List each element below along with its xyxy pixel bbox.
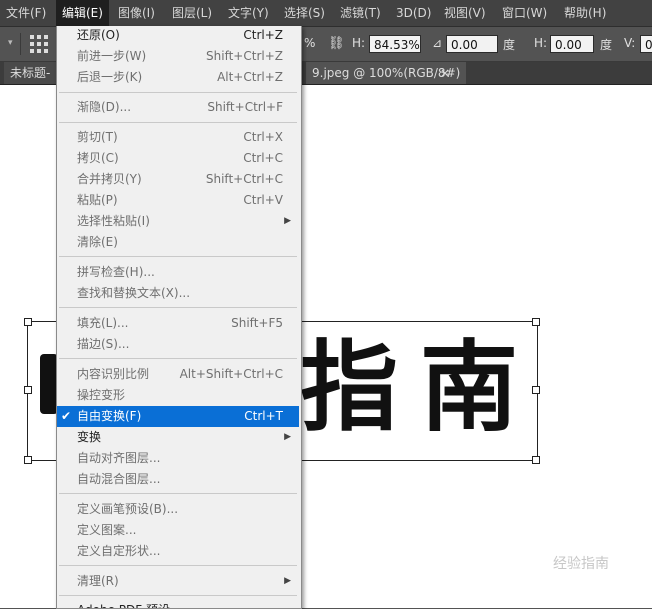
menu-select[interactable]: 选择(S): [278, 0, 331, 26]
menu-item-free-transform[interactable]: ✔ 自由变换(F) Ctrl+T: [57, 406, 299, 427]
menu-3d[interactable]: 3D(D): [390, 0, 437, 26]
menu-item-undo[interactable]: 还原(O) Ctrl+Z: [57, 26, 299, 46]
menu-item-content-aware-scale[interactable]: 内容识别比例 Alt+Shift+Ctrl+C: [57, 364, 299, 385]
horizontal-skew-label: H:: [534, 36, 548, 50]
menu-item-copy[interactable]: 拷贝(C) Ctrl+C: [57, 148, 299, 169]
transform-handle-top-right[interactable]: [532, 318, 540, 326]
menu-separator: [59, 493, 297, 494]
menu-item-transform[interactable]: 变换 ▶: [57, 427, 299, 448]
transform-handle-bottom-right[interactable]: [532, 456, 540, 464]
link-icon[interactable]: ⛓: [328, 36, 345, 51]
menu-edit[interactable]: 编辑(E): [56, 0, 109, 26]
menu-item-define-custom-shape[interactable]: 定义自定形状...: [57, 541, 299, 562]
menu-window[interactable]: 窗口(W): [496, 0, 553, 26]
menu-item-check-spelling[interactable]: 拼写检查(H)...: [57, 262, 299, 283]
dropdown-arrow-icon[interactable]: ▾: [8, 38, 13, 48]
menu-item-fill[interactable]: 填充(L)... Shift+F5: [57, 313, 299, 334]
menu-separator: [59, 92, 297, 93]
height-input[interactable]: 84.53%: [369, 35, 421, 53]
transform-handle-left[interactable]: [24, 386, 32, 394]
menu-item-purge[interactable]: 清理(R) ▶: [57, 571, 299, 592]
height-label: H:: [352, 36, 366, 50]
menu-separator: [59, 358, 297, 359]
menu-separator: [59, 256, 297, 257]
menu-item-puppet-warp[interactable]: 操控变形: [57, 385, 299, 406]
menu-view[interactable]: 视图(V): [438, 0, 492, 26]
menu-separator: [59, 122, 297, 123]
submenu-arrow-icon: ▶: [284, 576, 291, 586]
menu-item-stroke[interactable]: 描边(S)...: [57, 334, 299, 355]
menu-item-auto-align-layers[interactable]: 自动对齐图层...: [57, 448, 299, 469]
watermark-text: 经验指南: [553, 556, 609, 572]
checkmark-icon: ✔: [61, 409, 72, 423]
menu-bar: 文件(F) 编辑(E) 图像(I) 图层(L) 文字(Y) 选择(S) 滤镜(T…: [0, 0, 652, 27]
submenu-arrow-icon: ▶: [284, 432, 291, 442]
menu-item-paste[interactable]: 粘贴(P) Ctrl+V: [57, 190, 299, 211]
tab-untitled[interactable]: 未标题-: [4, 62, 57, 84]
menu-item-auto-blend-layers[interactable]: 自动混合图层...: [57, 469, 299, 490]
menu-help[interactable]: 帮助(H): [558, 0, 612, 26]
menu-item-step-backward[interactable]: 后退一步(K) Alt+Ctrl+Z: [57, 67, 299, 88]
angle-input[interactable]: 0.00: [446, 35, 498, 53]
menu-layer[interactable]: 图层(L): [166, 0, 218, 26]
angle-unit: 度: [503, 38, 516, 52]
horizontal-skew-input[interactable]: 0.00: [550, 35, 594, 53]
menu-item-step-forward[interactable]: 前进一步(W) Shift+Ctrl+Z: [57, 46, 299, 67]
menu-item-fade[interactable]: 渐隐(D)... Shift+Ctrl+F: [57, 97, 299, 118]
transform-handle-top-left[interactable]: [24, 318, 32, 326]
angle-icon: ⊿: [432, 36, 443, 50]
transform-handle-bottom-left[interactable]: [24, 456, 32, 464]
menu-item-clear[interactable]: 清除(E): [57, 232, 299, 253]
menu-separator: [59, 307, 297, 308]
vertical-skew-label: V:: [624, 36, 636, 50]
menu-separator: [59, 565, 297, 566]
reference-point-grid-icon[interactable]: [29, 34, 49, 54]
menu-item-cut[interactable]: 剪切(T) Ctrl+X: [57, 127, 299, 148]
separator: [20, 33, 21, 55]
menu-image[interactable]: 图像(I): [112, 0, 161, 26]
menu-item-define-pattern[interactable]: 定义图案...: [57, 520, 299, 541]
menu-filter[interactable]: 滤镜(T): [334, 0, 387, 26]
menu-separator: [59, 595, 297, 596]
menu-item-paste-special[interactable]: 选择性粘贴(I) ▶: [57, 211, 299, 232]
menu-item-define-brush-preset[interactable]: 定义画笔预设(B)...: [57, 499, 299, 520]
horizontal-skew-unit: 度: [600, 38, 613, 52]
menu-item-find-replace-text[interactable]: 查找和替换文本(X)...: [57, 283, 299, 304]
menu-item-copy-merged[interactable]: 合并拷贝(Y) Shift+Ctrl+C: [57, 169, 299, 190]
submenu-arrow-icon: ▶: [284, 216, 291, 226]
menu-file[interactable]: 文件(F): [0, 0, 52, 26]
tab-close-icon[interactable]: ×: [434, 62, 456, 84]
width-value[interactable]: %: [304, 36, 315, 50]
edit-dropdown-menu: 还原(O) Ctrl+Z 前进一步(W) Shift+Ctrl+Z 后退一步(K) A…: [56, 26, 302, 609]
transform-handle-right[interactable]: [532, 386, 540, 394]
vertical-skew-input[interactable]: 0: [640, 35, 652, 53]
menu-type[interactable]: 文字(Y): [222, 0, 275, 26]
